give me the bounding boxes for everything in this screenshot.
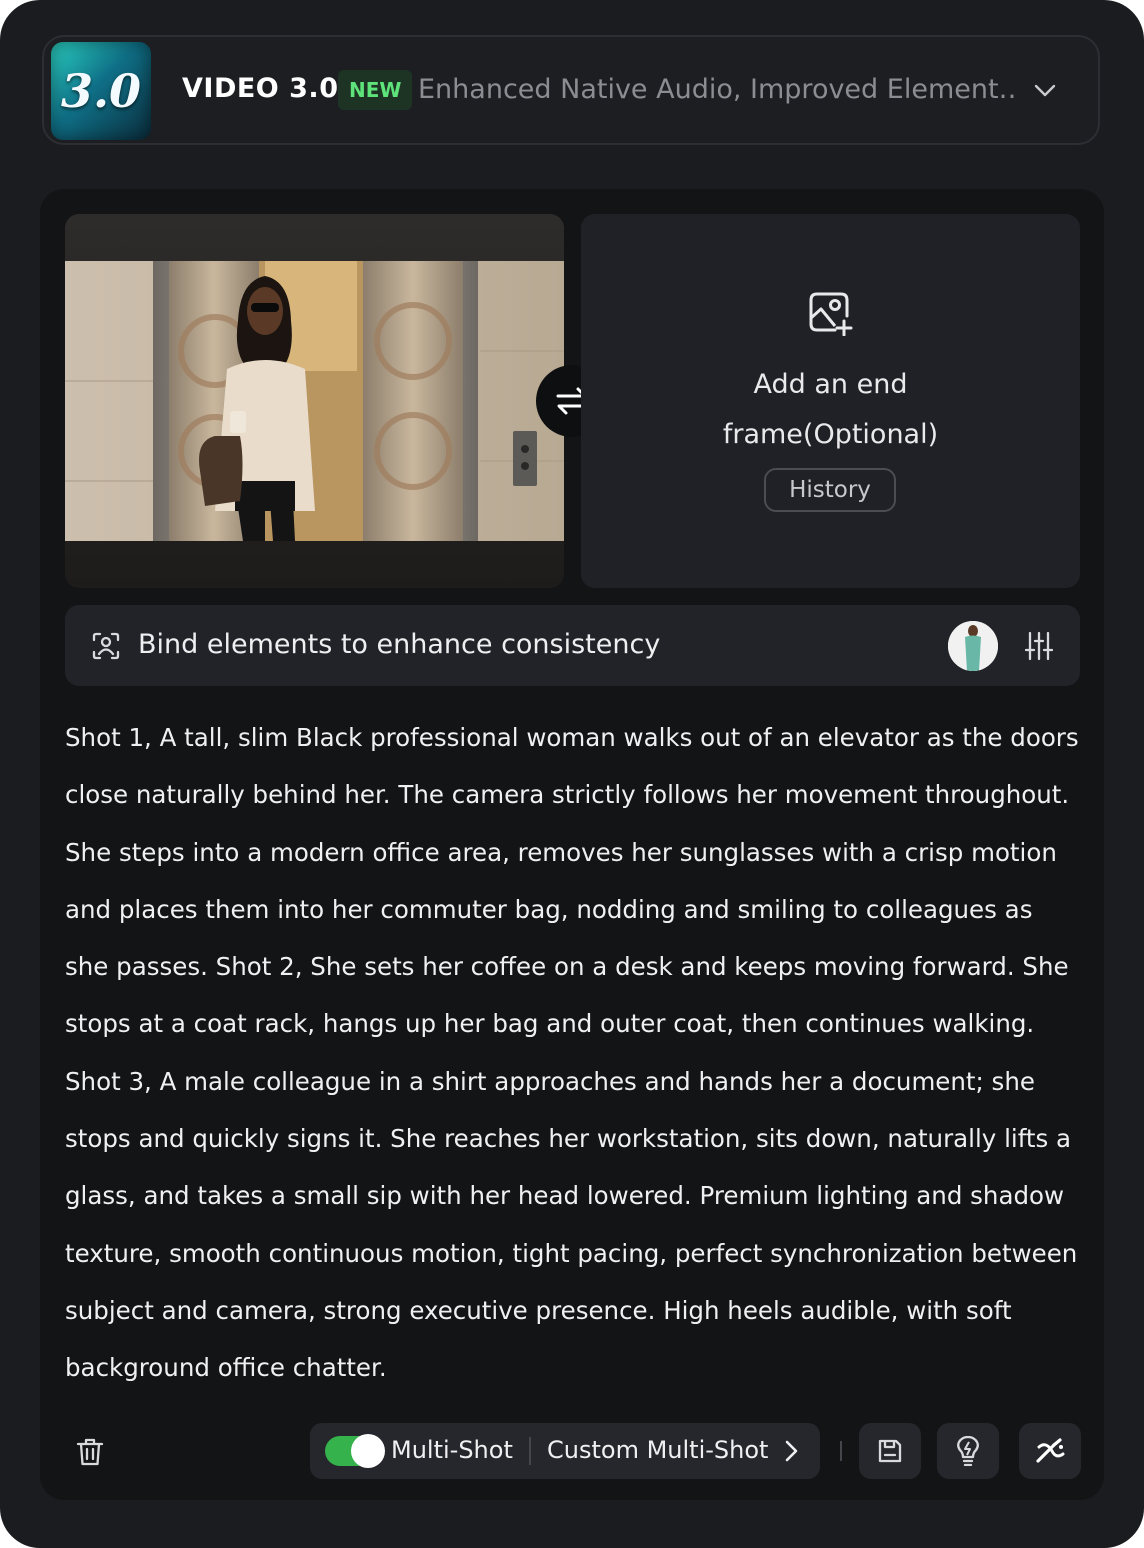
generate-button[interactable] — [1019, 1423, 1081, 1479]
model-description: Enhanced Native Audio, Improved Element… — [418, 74, 1018, 105]
magic-icon — [1036, 1438, 1065, 1463]
history-button[interactable]: History — [764, 468, 896, 512]
prompt-text[interactable]: Shot 1, A tall, slim Black professional … — [65, 709, 1080, 1397]
model-logo: 3.0 — [51, 42, 151, 140]
new-badge: NEW — [338, 70, 413, 110]
logo-text: 3.0 — [60, 64, 142, 118]
lightbulb-icon — [957, 1436, 979, 1466]
add-image-icon — [809, 292, 853, 336]
model-name: VIDEO 3.0 — [182, 73, 339, 104]
end-frame-upload[interactable]: Add an end frame(Optional) History — [581, 214, 1080, 588]
custom-multi-shot-button[interactable]: Custom Multi-Shot — [547, 1436, 768, 1464]
bind-elements-bar[interactable]: Bind elements to enhance consistency — [65, 605, 1080, 686]
app-window: 3.0 VIDEO 3.0 NEW Enhanced Native Audio,… — [0, 0, 1144, 1548]
chevron-down-icon[interactable] — [1032, 77, 1058, 103]
element-avatar-image — [948, 621, 998, 671]
multi-shot-label: Multi-Shot — [391, 1436, 513, 1464]
multi-shot-control: Multi-Shot Custom Multi-Shot — [310, 1423, 820, 1479]
element-avatar[interactable] — [948, 621, 998, 671]
generation-card: Add an end frame(Optional) History Bind … — [40, 189, 1104, 1500]
save-icon — [878, 1439, 902, 1463]
end-frame-label-line1: Add an end — [753, 369, 908, 400]
chevron-right-icon[interactable] — [780, 1438, 802, 1464]
end-frame-label: Add an end frame(Optional) — [581, 360, 1080, 460]
start-frame[interactable] — [65, 214, 564, 588]
sliders-icon[interactable] — [1025, 631, 1053, 661]
end-frame-label-line2: frame(Optional) — [722, 419, 939, 450]
trash-icon[interactable] — [76, 1437, 104, 1467]
toggle-knob — [351, 1434, 385, 1468]
divider — [529, 1437, 531, 1465]
save-button[interactable] — [859, 1423, 921, 1479]
prompt-ideas-button[interactable] — [937, 1423, 999, 1479]
start-frame-image — [65, 261, 564, 541]
toolbar-divider — [840, 1441, 842, 1461]
bind-elements-label: Bind elements to enhance consistency — [138, 629, 661, 660]
element-bind-icon — [92, 632, 120, 660]
model-selector[interactable]: 3.0 VIDEO 3.0 NEW Enhanced Native Audio,… — [42, 35, 1100, 145]
multi-shot-toggle[interactable] — [325, 1434, 385, 1468]
